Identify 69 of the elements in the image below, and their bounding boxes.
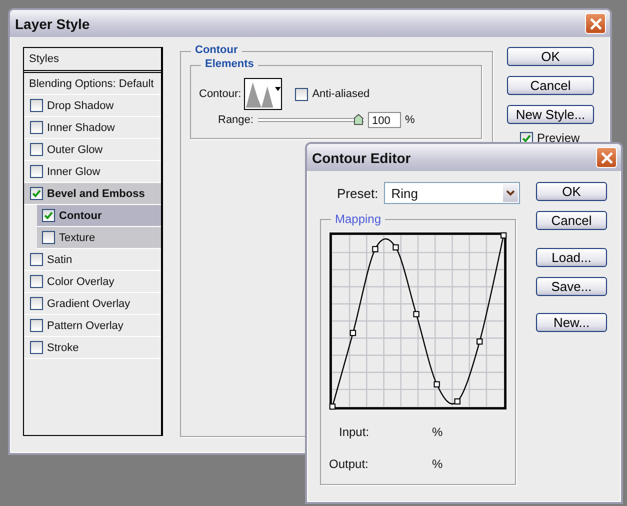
- styles-list-item[interactable]: Drop Shadow: [24, 95, 161, 117]
- styles-list-item[interactable]: Color Overlay: [24, 271, 161, 293]
- styles-list-item[interactable]: Contour: [37, 205, 161, 227]
- range-label: Range:: [218, 114, 254, 126]
- styles-list-item[interactable]: Satin: [24, 249, 161, 271]
- curve-point[interactable]: [372, 246, 378, 252]
- curve-point[interactable]: [500, 232, 507, 238]
- contour-picker[interactable]: [244, 78, 282, 110]
- curve-point[interactable]: [392, 244, 399, 250]
- range-field[interactable]: 100: [368, 112, 401, 128]
- group-title: Contour: [191, 44, 242, 56]
- preset-label: Preset:: [337, 186, 378, 200]
- caret-icon: [275, 87, 282, 91]
- checkbox[interactable]: [295, 88, 308, 100]
- styles-list-item[interactable]: Blending Options: Default: [24, 73, 161, 95]
- chevron-down-icon: [506, 190, 515, 196]
- styles-list-item[interactable]: Inner Shadow: [24, 117, 161, 139]
- checkbox[interactable]: [30, 253, 43, 266]
- close-button[interactable]: [585, 13, 606, 34]
- preset-dropdown[interactable]: Ring: [384, 182, 520, 204]
- dialog-button[interactable]: New...: [536, 313, 607, 332]
- checkbox[interactable]: [30, 165, 43, 178]
- unit-label: %: [432, 425, 443, 439]
- styles-list-item[interactable]: Pattern Overlay: [24, 315, 161, 337]
- styles-list-item[interactable]: Stroke: [24, 337, 161, 359]
- styles-list-item[interactable]: Styles: [24, 48, 161, 73]
- slider-thumb[interactable]: [354, 114, 363, 125]
- checkbox[interactable]: [30, 143, 43, 156]
- dialog-button[interactable]: New Style...: [507, 105, 594, 124]
- curve-point[interactable]: [434, 381, 440, 388]
- checkbox-label: Preview: [537, 131, 580, 145]
- checkbox[interactable]: [30, 99, 43, 112]
- curve-icon: [246, 80, 274, 108]
- group-title: Mapping: [331, 212, 386, 226]
- checkbox[interactable]: [30, 187, 43, 200]
- unit-label: %: [405, 114, 415, 126]
- checkbox[interactable]: [30, 341, 43, 354]
- dialog-button[interactable]: Cancel: [507, 76, 594, 95]
- styles-list-item[interactable]: Texture: [37, 227, 161, 249]
- output-label: Output:: [329, 457, 370, 471]
- curve-point[interactable]: [413, 311, 420, 318]
- curve-point[interactable]: [329, 404, 336, 410]
- checkbox-label: Anti-aliased: [312, 88, 370, 100]
- curve-point[interactable]: [476, 338, 483, 345]
- styles-list-item[interactable]: Bevel and Emboss: [24, 183, 161, 205]
- window-title: Contour Editor: [312, 150, 411, 166]
- input-label: Input:: [338, 425, 370, 439]
- curve-point[interactable]: [454, 398, 460, 405]
- contour-label: Contour:: [199, 88, 242, 100]
- checkbox[interactable]: [30, 319, 43, 332]
- dialog-button[interactable]: OK: [536, 182, 607, 201]
- window-title: Layer Style: [15, 16, 90, 32]
- unit-label: %: [432, 457, 443, 471]
- checkbox[interactable]: [30, 297, 43, 310]
- checkbox[interactable]: [42, 231, 55, 244]
- dialog-button[interactable]: Cancel: [536, 211, 607, 230]
- dialog-button[interactable]: Save...: [536, 277, 607, 296]
- group-title: Elements: [201, 58, 258, 70]
- styles-list-item[interactable]: Gradient Overlay: [24, 293, 161, 315]
- close-icon: [600, 152, 612, 164]
- checkbox[interactable]: [42, 209, 55, 222]
- close-icon: [590, 18, 602, 30]
- checkbox[interactable]: [30, 121, 43, 134]
- checkbox[interactable]: [30, 275, 43, 288]
- styles-list-item[interactable]: Outer Glow: [24, 139, 161, 161]
- curve-point[interactable]: [350, 330, 356, 336]
- dialog-button[interactable]: Load...: [536, 248, 607, 267]
- close-button[interactable]: [596, 147, 617, 168]
- dialog-button[interactable]: OK: [507, 47, 594, 66]
